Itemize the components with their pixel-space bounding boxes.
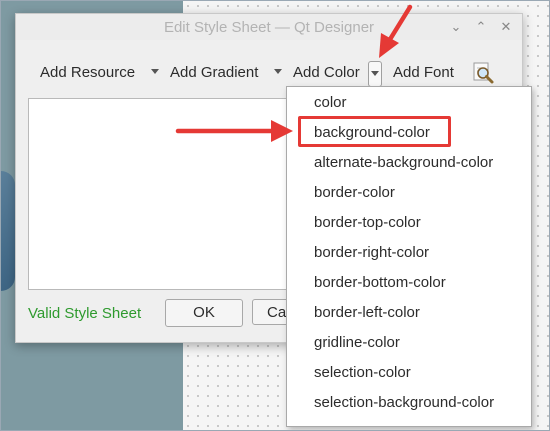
menu-item-border-right-color[interactable]: border-right-color xyxy=(287,238,531,268)
highlight-box xyxy=(298,116,451,147)
magnifier-icon[interactable] xyxy=(470,60,496,86)
add-color-dropdown-button[interactable] xyxy=(368,61,382,87)
ok-button[interactable]: OK xyxy=(165,299,243,327)
status-label: Valid Style Sheet xyxy=(28,305,142,322)
minimize-icon[interactable]: ⌄ xyxy=(446,17,466,37)
maximize-icon[interactable]: ⌃ xyxy=(471,17,491,37)
add-resource-button[interactable]: Add Resource xyxy=(40,60,135,86)
close-icon[interactable]: ✕ xyxy=(496,17,516,37)
add-gradient-button[interactable]: Add Gradient xyxy=(170,60,258,86)
background-widget xyxy=(1,171,15,291)
chevron-down-icon xyxy=(371,71,379,76)
menu-item-border-bottom-color[interactable]: border-bottom-color xyxy=(287,268,531,298)
menu-item-alternate-background-color[interactable]: alternate-background-color xyxy=(287,148,531,178)
screenshot-frame: Edit Style Sheet — Qt Designer ⌄ ⌃ ✕ Add… xyxy=(0,0,550,431)
menu-item-selection-background-color[interactable]: selection-background-color xyxy=(287,388,531,418)
menu-item-border-top-color[interactable]: border-top-color xyxy=(287,208,531,238)
add-font-button[interactable]: Add Font xyxy=(393,60,454,86)
menu-item-selection-color[interactable]: selection-color xyxy=(287,358,531,388)
menu-item-border-color[interactable]: border-color xyxy=(287,178,531,208)
menu-item-border-left-color[interactable]: border-left-color xyxy=(287,298,531,328)
add-resource-dropdown-icon[interactable] xyxy=(151,69,159,74)
add-gradient-dropdown-icon[interactable] xyxy=(274,69,282,74)
menu-item-gridline-color[interactable]: gridline-color xyxy=(287,328,531,358)
menu-item-color[interactable]: color xyxy=(287,88,531,118)
title-bar: Edit Style Sheet — Qt Designer ⌄ ⌃ ✕ xyxy=(16,14,522,40)
add-color-button[interactable]: Add Color xyxy=(293,60,360,86)
